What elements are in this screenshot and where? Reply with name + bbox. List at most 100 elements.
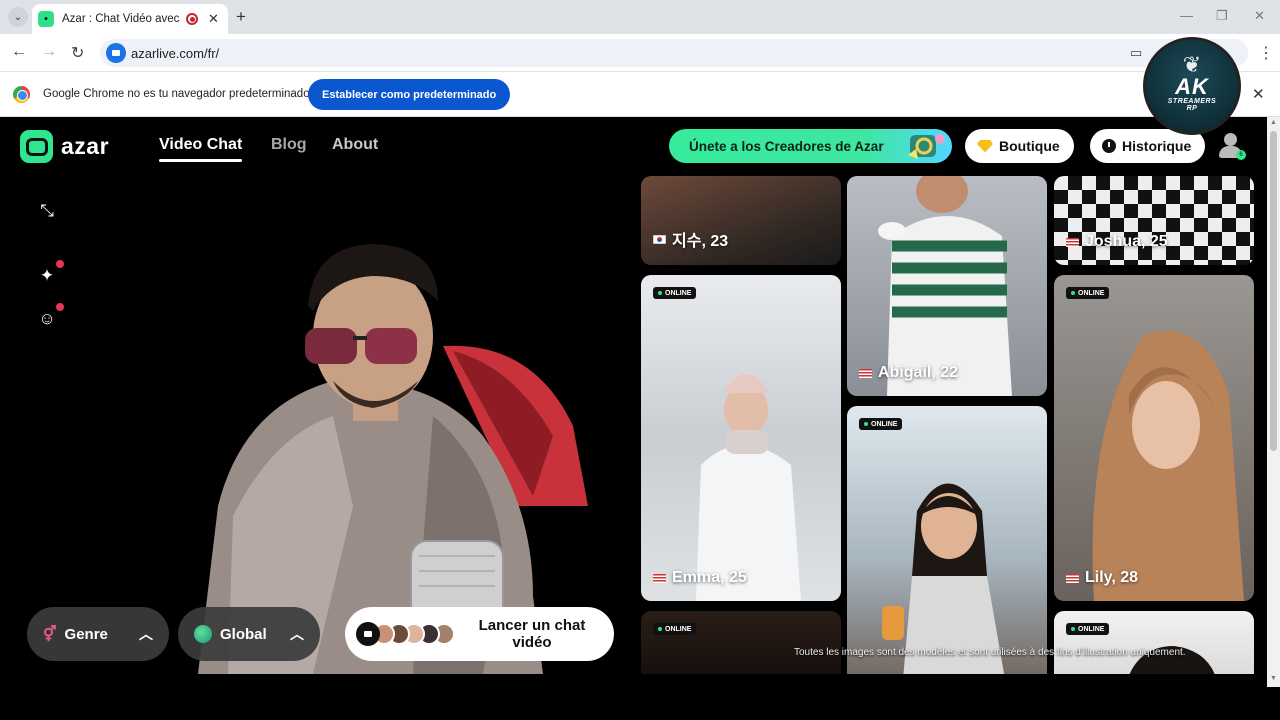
profile-name: Lily, 28 (1066, 569, 1138, 587)
scroll-up-icon[interactable]: ▲ (1270, 119, 1277, 126)
webcam-feed-image (198, 244, 588, 674)
logo-subtitle: STREAMERS (1167, 98, 1217, 105)
online-badge: ONLINE (859, 418, 903, 430)
scroll-down-icon[interactable]: ▼ (1270, 675, 1277, 682)
sticker-notification-dot (56, 303, 64, 311)
profile-avatar[interactable]: 6 (1216, 131, 1246, 161)
profile-photo (882, 483, 1005, 674)
chevron-up-icon: ︿ (290, 626, 304, 642)
profile-name-text: Lily, 28 (1085, 569, 1139, 586)
globe-icon (194, 625, 212, 643)
recording-icon (186, 13, 198, 25)
scrollbar-thumb[interactable] (1270, 131, 1277, 451)
profile-card[interactable]: ONLINE (1054, 611, 1254, 674)
cast-icon[interactable]: ▭ (1130, 45, 1142, 61)
browser-tab-strip: ⌄ • Azar : Chat Vidéo avec de n ✕ + — ❐ … (0, 0, 1280, 34)
azar-favicon-icon: • (38, 11, 54, 27)
minimize-icon[interactable]: — (1180, 8, 1193, 23)
region-filter-button[interactable]: Global ︿ (178, 607, 320, 661)
window-close-icon[interactable]: ✕ (1254, 8, 1265, 24)
tab-title: Azar : Chat Vidéo avec de n (62, 13, 182, 25)
profile-name-text: 지수, 23 (672, 233, 729, 250)
gender-filter-button[interactable]: ⚥ Genre ︿ (27, 607, 169, 661)
creators-decoration-icon (908, 134, 945, 159)
creators-label: Únete a los Creadores de Azar (689, 138, 884, 154)
profile-name: 지수, 23 (653, 227, 728, 251)
region-filter-label: Global (220, 625, 267, 643)
infobar-message: Google Chrome no es tu navegador predete… (43, 88, 310, 100)
profile-name-text: Joshua, 25 (1085, 233, 1168, 250)
tab-close-icon[interactable]: ✕ (208, 11, 219, 27)
join-creators-button[interactable]: Únete a los Creadores de Azar (669, 129, 952, 163)
profile-photo (1129, 646, 1215, 674)
minimize-view-icon[interactable]: ⤡ (37, 201, 57, 221)
chrome-menu-icon[interactable]: ⋮ (1258, 43, 1274, 63)
flag-us-icon (1066, 237, 1079, 247)
nav-about[interactable]: About (332, 136, 378, 154)
new-tab-button[interactable]: + (236, 7, 246, 27)
clock-icon (1102, 139, 1116, 153)
browser-tab[interactable]: • Azar : Chat Vidéo avec de n ✕ (32, 4, 228, 34)
ak-streamers-logo: ❦ AK STREAMERS RP (1143, 37, 1241, 135)
profile-name: Emma, 25 (653, 569, 747, 587)
profile-card[interactable]: Abigail, 22 (847, 176, 1047, 396)
logo-text: AK (1175, 74, 1209, 99)
nav-video-chat[interactable]: Video Chat (159, 136, 243, 162)
profile-card[interactable]: ONLINE (641, 611, 841, 674)
browser-toolbar: ← → ↻ azarlive.com/fr/ ▭ ⋮ (0, 34, 1280, 72)
forward-icon[interactable]: → (41, 43, 57, 61)
site-camera-icon[interactable] (106, 43, 126, 63)
gender-icon: ⚥ (43, 626, 57, 643)
chevron-up-icon: ︿ (139, 626, 153, 642)
set-default-button[interactable]: Establecer como predeterminado (308, 79, 511, 110)
start-video-chat-button[interactable]: Lancer un chat vidéo (345, 607, 614, 661)
history-label: Historique (1122, 138, 1192, 154)
tab-search-icon[interactable]: ⌄ (8, 7, 28, 27)
azar-logo-icon (20, 130, 53, 163)
boutique-label: Boutique (999, 138, 1060, 154)
start-video-chat-label: Lancer un chat vidéo (478, 617, 586, 651)
back-icon[interactable]: ← (11, 43, 27, 61)
profile-badge: 6 (1236, 150, 1246, 160)
logo-tag: RP (1186, 105, 1198, 112)
profile-name-text: Abigail, 22 (878, 364, 959, 381)
profile-card[interactable]: ONLINE Lily, 28 (1054, 275, 1254, 601)
profile-name: Abigail, 22 (859, 364, 958, 382)
infobar-close-icon[interactable]: ✕ (1252, 85, 1265, 103)
effects-notification-dot (56, 260, 64, 268)
reload-icon[interactable]: ↻ (71, 43, 84, 63)
default-browser-infobar: Google Chrome no es tu navegador predete… (0, 72, 1280, 117)
nav-blog[interactable]: Blog (271, 136, 307, 154)
azar-logo[interactable]: azar (20, 130, 109, 163)
online-badge: ONLINE (653, 623, 697, 635)
online-badge: ONLINE (1066, 623, 1110, 635)
brand-name: azar (61, 133, 110, 159)
profile-gallery: 지수, 23 ONLINE Emma, 25 ONLINE Abigail, 2… (640, 176, 1267, 674)
effects-sparkle-icon[interactable]: ✦ (37, 266, 57, 286)
eagle-icon: ❦ (1182, 52, 1202, 77)
video-camera-icon (356, 622, 380, 646)
address-bar[interactable]: azarlive.com/fr/ ▭ (100, 39, 1248, 67)
video-preview-panel: ⤡ ✦ ☺ ⚥ Genre ︿ Global ︿ Lancer un chat … (13, 176, 627, 674)
profile-card[interactable]: 지수, 23 (641, 176, 841, 265)
flag-us-icon (1066, 573, 1079, 583)
sticker-smile-icon[interactable]: ☺ (37, 309, 57, 329)
azar-page: azar Video Chat Blog About Únete a los C… (0, 117, 1280, 687)
flag-kr-icon (653, 234, 666, 244)
profile-card[interactable]: Joshua, 25 (1054, 176, 1254, 265)
boutique-button[interactable]: Boutique (965, 129, 1074, 163)
url-text[interactable]: azarlive.com/fr/ (131, 46, 219, 61)
profile-name-text: Emma, 25 (672, 569, 747, 586)
profile-photo (696, 374, 801, 601)
profile-photo (1092, 331, 1244, 601)
flag-us-icon (859, 368, 872, 378)
profile-photo (878, 176, 1012, 396)
maximize-icon[interactable]: ❐ (1216, 8, 1228, 24)
profile-card[interactable]: ONLINE (847, 406, 1047, 674)
diamond-icon (977, 139, 993, 153)
gender-filter-label: Genre (64, 625, 108, 643)
chrome-logo-icon (13, 86, 30, 103)
page-scrollbar[interactable]: ▲ ▼ (1267, 117, 1280, 687)
user-icon (1224, 133, 1237, 146)
profile-card[interactable]: ONLINE Emma, 25 (641, 275, 841, 601)
